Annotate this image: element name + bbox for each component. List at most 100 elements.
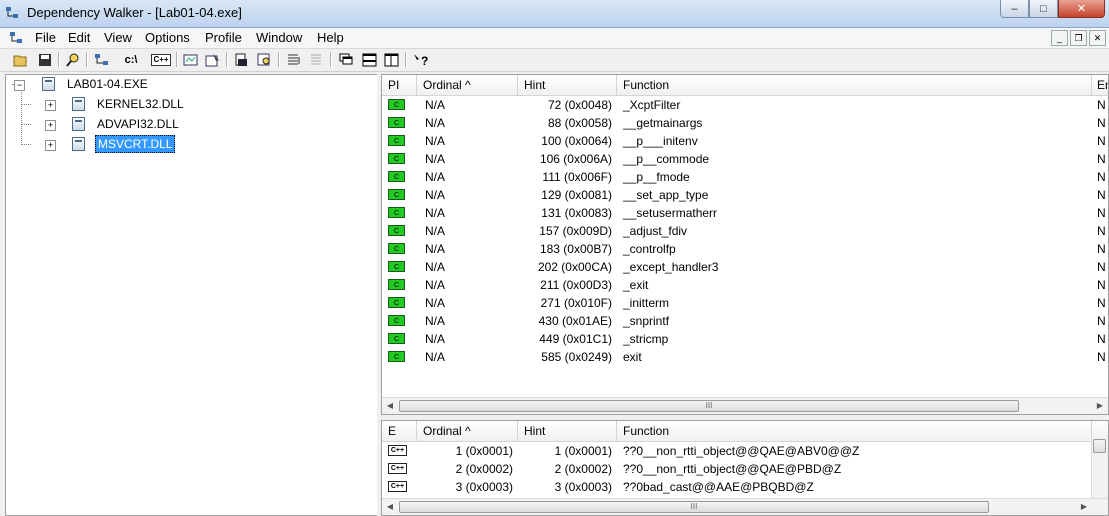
import-row[interactable]: C N/A 449 (0x01C1) _stricmp N bbox=[382, 330, 1108, 348]
menu-file[interactable]: File bbox=[35, 30, 56, 45]
scroll-right-icon[interactable]: ▶ bbox=[1076, 499, 1092, 515]
tree-expand-toggle[interactable]: + bbox=[45, 120, 56, 131]
ordinal-cell: 1 (0x0001) bbox=[455, 444, 513, 458]
import-row[interactable]: C N/A 129 (0x0081) __set_app_type N bbox=[382, 186, 1108, 204]
hint-cell: 2 (0x0002) bbox=[554, 462, 612, 476]
document-window-icon[interactable] bbox=[9, 31, 23, 45]
hint-cell: 271 (0x010F) bbox=[540, 296, 612, 310]
column-pi[interactable]: PI bbox=[382, 75, 417, 95]
import-row[interactable]: C N/A 100 (0x0064) __p___initenv N bbox=[382, 132, 1108, 150]
column-e[interactable]: E bbox=[382, 421, 417, 441]
import-row[interactable]: C N/A 202 (0x00CA) _except_handler3 N bbox=[382, 258, 1108, 276]
import-row[interactable]: C N/A 585 (0x0249) exit N bbox=[382, 348, 1108, 366]
exports-vertical-scrollbar[interactable] bbox=[1091, 437, 1108, 499]
view-module-icon[interactable] bbox=[182, 51, 200, 68]
tree-expand-toggle[interactable]: + bbox=[45, 100, 56, 111]
hint-cell: 449 (0x01C1) bbox=[539, 332, 612, 346]
export-row[interactable]: C++ 2 (0x0002) 2 (0x0002) ??0__non_rtti_… bbox=[382, 460, 1108, 478]
tree-item-root[interactable]: LAB01-04.EXE bbox=[42, 75, 150, 93]
mdi-restore-button[interactable]: ❐ bbox=[1070, 30, 1087, 46]
import-row[interactable]: C N/A 183 (0x00B7) _controlfp N bbox=[382, 240, 1108, 258]
import-row[interactable]: C N/A 111 (0x006F) __p__fmode N bbox=[382, 168, 1108, 186]
entry-point-cell: N bbox=[1097, 278, 1106, 292]
minimize-button[interactable]: – bbox=[1000, 0, 1029, 18]
cpp-label: C++ bbox=[151, 53, 171, 66]
window-title: Dependency Walker - [Lab01-04.exe] bbox=[27, 5, 242, 20]
ordinal-cell: N/A bbox=[425, 350, 446, 364]
configure-search-paths-icon[interactable] bbox=[93, 51, 111, 68]
mdi-minimize-button[interactable]: _ bbox=[1051, 30, 1068, 46]
full-paths-icon[interactable]: c:\ bbox=[122, 51, 140, 68]
scroll-thumb[interactable]: III bbox=[399, 400, 1019, 412]
hint-cell: 211 (0x00D3) bbox=[540, 278, 612, 292]
column-hint[interactable]: Hint bbox=[518, 421, 617, 441]
export-row[interactable]: C++ 3 (0x0003) 3 (0x0003) ??0bad_cast@@A… bbox=[382, 478, 1108, 496]
ordinal-cell: N/A bbox=[425, 242, 446, 256]
expand-all-icon[interactable] bbox=[285, 51, 303, 68]
horizontal-splitter[interactable] bbox=[381, 415, 1107, 418]
vertical-splitter[interactable] bbox=[377, 74, 380, 516]
mdi-close-button[interactable]: ✕ bbox=[1089, 30, 1106, 46]
menu-edit[interactable]: Edit bbox=[68, 30, 90, 45]
scroll-left-icon[interactable]: ◀ bbox=[382, 499, 398, 515]
tile-vertical-icon[interactable] bbox=[383, 51, 401, 68]
imports-header: PI Ordinal ^ Hint Function En bbox=[382, 75, 1108, 96]
module-tree[interactable]: − LAB01-04.EXE + KERNEL32.DLL + ADVAPI32… bbox=[5, 74, 378, 516]
c-function-icon: C bbox=[388, 243, 405, 254]
properties-icon[interactable] bbox=[204, 51, 222, 68]
tree-collapse-toggle[interactable]: − bbox=[14, 80, 25, 91]
save-icon[interactable] bbox=[36, 51, 54, 68]
tree-item-kernel32[interactable]: KERNEL32.DLL bbox=[72, 95, 186, 113]
tree-expand-toggle[interactable]: + bbox=[45, 140, 56, 151]
exports-horizontal-scrollbar[interactable]: ◀ III ▶ bbox=[382, 498, 1108, 515]
import-row[interactable]: C N/A 271 (0x010F) _initterm N bbox=[382, 294, 1108, 312]
menu-view[interactable]: View bbox=[104, 30, 132, 45]
copy-icon[interactable] bbox=[233, 51, 251, 68]
collapse-all-icon[interactable] bbox=[308, 51, 326, 68]
toolbar: c:\ C++ ? bbox=[0, 49, 1109, 72]
column-entry-point[interactable]: En bbox=[1092, 75, 1108, 95]
scroll-right-icon[interactable]: ▶ bbox=[1092, 398, 1108, 414]
find-icon[interactable] bbox=[64, 51, 82, 68]
scroll-thumb[interactable] bbox=[1093, 439, 1106, 453]
column-hint[interactable]: Hint bbox=[518, 75, 617, 95]
tree-item-advapi32[interactable]: ADVAPI32.DLL bbox=[72, 115, 181, 133]
scroll-thumb[interactable]: III bbox=[399, 501, 989, 513]
column-ordinal[interactable]: Ordinal ^ bbox=[417, 421, 518, 441]
module-icon bbox=[42, 77, 55, 91]
import-row[interactable]: C N/A 211 (0x00D3) _exit N bbox=[382, 276, 1108, 294]
import-row[interactable]: C N/A 72 (0x0048) _XcptFilter N bbox=[382, 96, 1108, 114]
column-function[interactable]: Function bbox=[617, 75, 1092, 95]
import-row[interactable]: C N/A 430 (0x01AE) _snprintf N bbox=[382, 312, 1108, 330]
c-function-icon: C bbox=[388, 189, 405, 200]
hint-cell: 3 (0x0003) bbox=[554, 480, 612, 494]
function-cell: _initterm bbox=[623, 296, 670, 310]
column-function[interactable]: Function bbox=[617, 421, 1092, 441]
menu-window[interactable]: Window bbox=[256, 30, 302, 45]
tile-horizontal-icon[interactable] bbox=[361, 51, 379, 68]
export-row[interactable]: C++ 1 (0x0001) 1 (0x0001) ??0__non_rtti_… bbox=[382, 442, 1108, 460]
help-icon[interactable]: ? bbox=[412, 51, 430, 68]
menu-help[interactable]: Help bbox=[317, 30, 344, 45]
import-row[interactable]: C N/A 88 (0x0058) __getmainargs N bbox=[382, 114, 1108, 132]
imports-horizontal-scrollbar[interactable]: ◀ III ▶ bbox=[382, 397, 1108, 414]
menu-options[interactable]: Options bbox=[145, 30, 190, 45]
exports-list[interactable]: E Ordinal ^ Hint Function C++ 1 (0x0001)… bbox=[381, 420, 1109, 516]
tree-item-msvcrt[interactable]: MSVCRT.DLL bbox=[72, 135, 176, 153]
scroll-left-icon[interactable]: ◀ bbox=[382, 398, 398, 414]
menu-profile[interactable]: Profile bbox=[205, 30, 242, 45]
maximize-button[interactable]: □ bbox=[1029, 0, 1058, 18]
import-row[interactable]: C N/A 106 (0x006A) __p__commode N bbox=[382, 150, 1108, 168]
c-function-icon: C bbox=[388, 279, 405, 290]
hint-cell: 88 (0x0058) bbox=[547, 116, 612, 130]
import-row[interactable]: C N/A 157 (0x009D) _adjust_fdiv N bbox=[382, 222, 1108, 240]
import-row[interactable]: C N/A 131 (0x0083) __setusermatherr N bbox=[382, 204, 1108, 222]
open-icon[interactable] bbox=[12, 51, 30, 68]
close-button[interactable]: ✕ bbox=[1058, 0, 1105, 18]
column-ordinal[interactable]: Ordinal ^ bbox=[417, 75, 518, 95]
undecorate-cpp-icon[interactable]: C++ bbox=[151, 51, 171, 68]
imports-list[interactable]: PI Ordinal ^ Hint Function En C N/A 72 (… bbox=[381, 74, 1109, 415]
cascade-icon[interactable] bbox=[338, 51, 356, 68]
find-module-icon[interactable] bbox=[256, 51, 274, 68]
entry-point-cell: N bbox=[1097, 260, 1106, 274]
